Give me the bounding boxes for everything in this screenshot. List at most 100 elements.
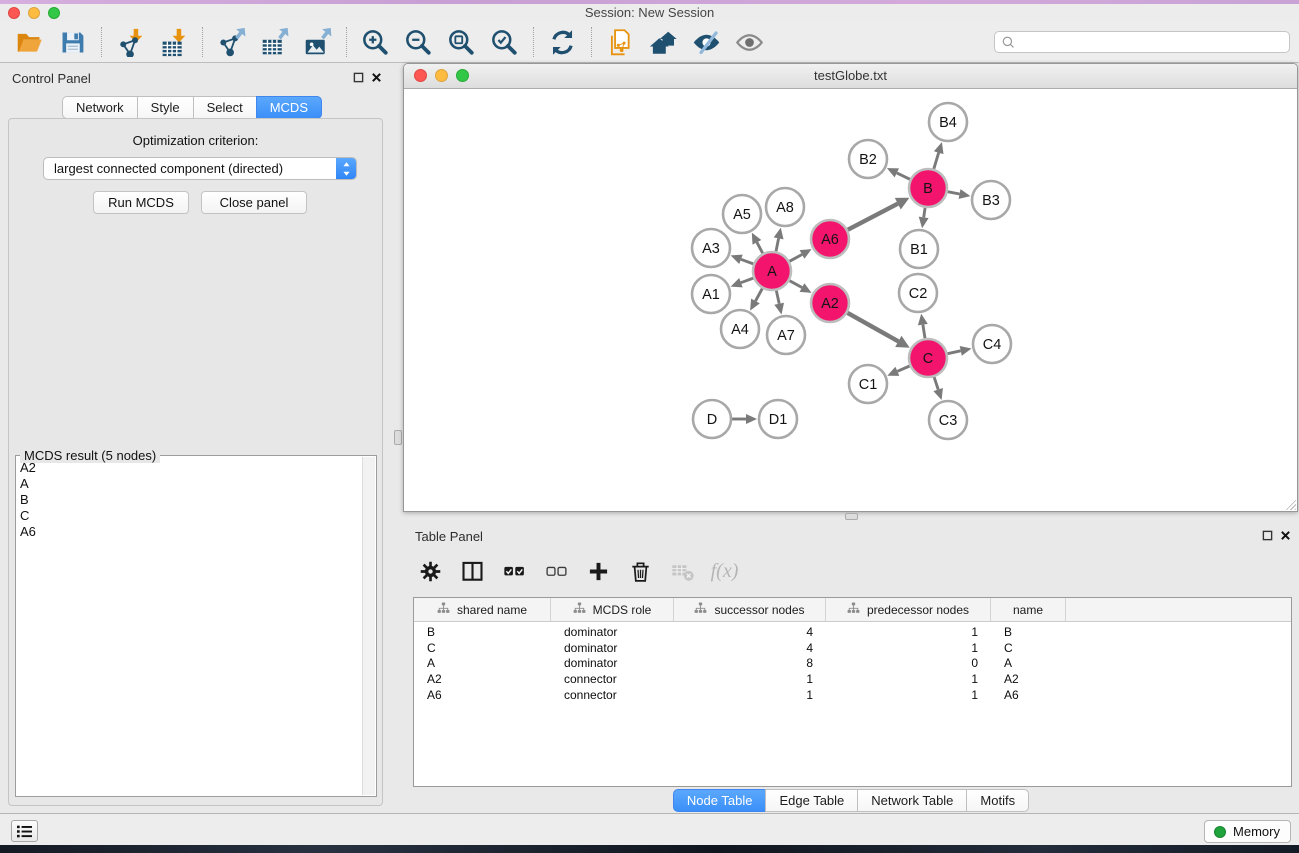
titlebar: Session: New Session [0, 4, 1299, 22]
svg-text:A3: A3 [702, 241, 720, 257]
import-table-icon[interactable] [156, 25, 191, 59]
graph-node-B4[interactable]: B4 [929, 103, 967, 141]
column-header-shared-name[interactable]: shared name [414, 598, 551, 621]
delete-row-icon[interactable] [627, 558, 654, 586]
export-image-icon[interactable] [300, 25, 335, 59]
add-row-icon[interactable] [585, 558, 612, 586]
columns-icon[interactable] [459, 558, 486, 586]
graph-node-A2[interactable]: A2 [811, 284, 849, 322]
save-session-icon[interactable] [55, 25, 90, 59]
graph-node-C1[interactable]: C1 [849, 365, 887, 403]
show-details-icon[interactable] [732, 25, 767, 59]
mcds-result-item[interactable]: B [16, 492, 363, 508]
memory-label: Memory [1233, 824, 1280, 839]
result-scrollbar[interactable] [362, 457, 375, 795]
select-all-icon[interactable] [501, 558, 528, 586]
toolbar-separator [101, 27, 102, 57]
zoom-selected-icon[interactable] [487, 25, 522, 59]
deselect-all-icon[interactable] [543, 558, 570, 586]
graph-node-A[interactable]: A [753, 252, 791, 290]
graph-node-D[interactable]: D [693, 400, 731, 438]
search-input[interactable] [1016, 33, 1289, 51]
tab-style[interactable]: Style [137, 96, 194, 119]
graph-node-B2[interactable]: B2 [849, 140, 887, 178]
memory-button[interactable]: Memory [1204, 820, 1291, 843]
table-cell: dominator [551, 656, 674, 670]
show-panels-button[interactable] [11, 820, 38, 842]
tab-motifs[interactable]: Motifs [966, 789, 1029, 812]
table-cell: dominator [551, 641, 674, 655]
refresh-icon[interactable] [545, 25, 580, 59]
tab-select[interactable]: Select [193, 96, 257, 119]
graph-node-B[interactable]: B [909, 169, 947, 207]
column-header-MCDS-role[interactable]: MCDS role [551, 598, 674, 621]
mcds-result-item[interactable]: A6 [16, 524, 363, 540]
graph-node-A5[interactable]: A5 [723, 195, 761, 233]
zoom-in-icon[interactable] [358, 25, 393, 59]
close-panel-icon[interactable] [1280, 529, 1291, 544]
column-header-successor-nodes[interactable]: successor nodes [674, 598, 826, 621]
tab-edge-table[interactable]: Edge Table [765, 789, 858, 812]
table-cell: C [414, 641, 551, 655]
table-row[interactable]: Adominator80A [414, 656, 1291, 672]
float-panel-icon[interactable] [353, 71, 364, 86]
graph-node-C4[interactable]: C4 [973, 325, 1011, 363]
export-network-icon[interactable] [214, 25, 249, 59]
zoom-out-icon[interactable] [401, 25, 436, 59]
graph-node-A7[interactable]: A7 [767, 316, 805, 354]
svg-text:B4: B4 [939, 115, 957, 131]
tab-mcds[interactable]: MCDS [256, 96, 322, 119]
control-panel: Control Panel NetworkStyleSelectMCDS Opt… [0, 63, 390, 813]
criterion-select[interactable]: largest connected component (directed) [43, 157, 357, 180]
table-row[interactable]: A6connector11A6 [414, 687, 1291, 703]
table-row[interactable]: A2connector11A2 [414, 671, 1291, 687]
settings-gear-icon[interactable] [417, 558, 444, 586]
mcds-result-item[interactable]: C [16, 508, 363, 524]
svg-text:B: B [923, 181, 933, 197]
column-header-name[interactable]: name [991, 598, 1066, 621]
close-panel-icon[interactable] [371, 71, 382, 86]
graph-node-A4[interactable]: A4 [721, 310, 759, 348]
horizontal-splitter-handle[interactable] [845, 513, 858, 520]
table-header-row: shared nameMCDS rolesuccessor nodesprede… [414, 598, 1291, 622]
graph-node-C2[interactable]: C2 [899, 274, 937, 312]
run-mcds-button[interactable]: Run MCDS [93, 191, 189, 214]
mcds-result-item[interactable]: A2 [16, 460, 363, 476]
graph-node-A8[interactable]: A8 [766, 188, 804, 226]
criterion-value: largest connected component (directed) [44, 161, 336, 176]
svg-text:A7: A7 [777, 328, 795, 344]
tab-node-table[interactable]: Node Table [673, 789, 767, 812]
import-network-icon[interactable] [113, 25, 148, 59]
hide-details-icon[interactable] [689, 25, 724, 59]
graph-node-B1[interactable]: B1 [900, 230, 938, 268]
network-canvas[interactable]: B4 B2 B B3 A5A8A6 B1 A3 A C2 A1 A2 A4 A7 C4 C C1 C3 D D1 [404, 89, 1297, 511]
home-icon[interactable] [646, 25, 681, 59]
close-panel-button[interactable]: Close panel [201, 191, 307, 214]
svg-text:C2: C2 [909, 286, 928, 302]
vertical-splitter-handle[interactable] [394, 430, 402, 445]
table-cell: 1 [674, 688, 826, 702]
table-row[interactable]: Cdominator41C [414, 640, 1291, 656]
tab-network-table[interactable]: Network Table [857, 789, 967, 812]
table-row[interactable]: Bdominator41B [414, 624, 1291, 640]
svg-text:D: D [707, 412, 717, 428]
graph-node-C[interactable]: C [909, 339, 947, 377]
column-header-predecessor-nodes[interactable]: predecessor nodes [826, 598, 991, 621]
mcds-result-item[interactable]: A [16, 476, 363, 492]
export-table-icon[interactable] [257, 25, 292, 59]
table-cell: B [991, 625, 1066, 639]
tab-network[interactable]: Network [62, 96, 138, 119]
table-cell: A6 [991, 688, 1066, 702]
graph-node-D1[interactable]: D1 [759, 400, 797, 438]
float-panel-icon[interactable] [1262, 529, 1273, 544]
graph-node-A6[interactable]: A6 [811, 220, 849, 258]
graph-node-B3[interactable]: B3 [972, 181, 1010, 219]
open-file-icon[interactable] [12, 25, 47, 59]
graph-node-A3[interactable]: A3 [692, 229, 730, 267]
svg-text:B3: B3 [982, 193, 1000, 209]
graph-node-A1[interactable]: A1 [692, 275, 730, 313]
graph-node-C3[interactable]: C3 [929, 401, 967, 439]
zoom-fit-icon[interactable] [444, 25, 479, 59]
table-cell: A6 [414, 688, 551, 702]
clone-network-icon[interactable] [603, 25, 638, 59]
